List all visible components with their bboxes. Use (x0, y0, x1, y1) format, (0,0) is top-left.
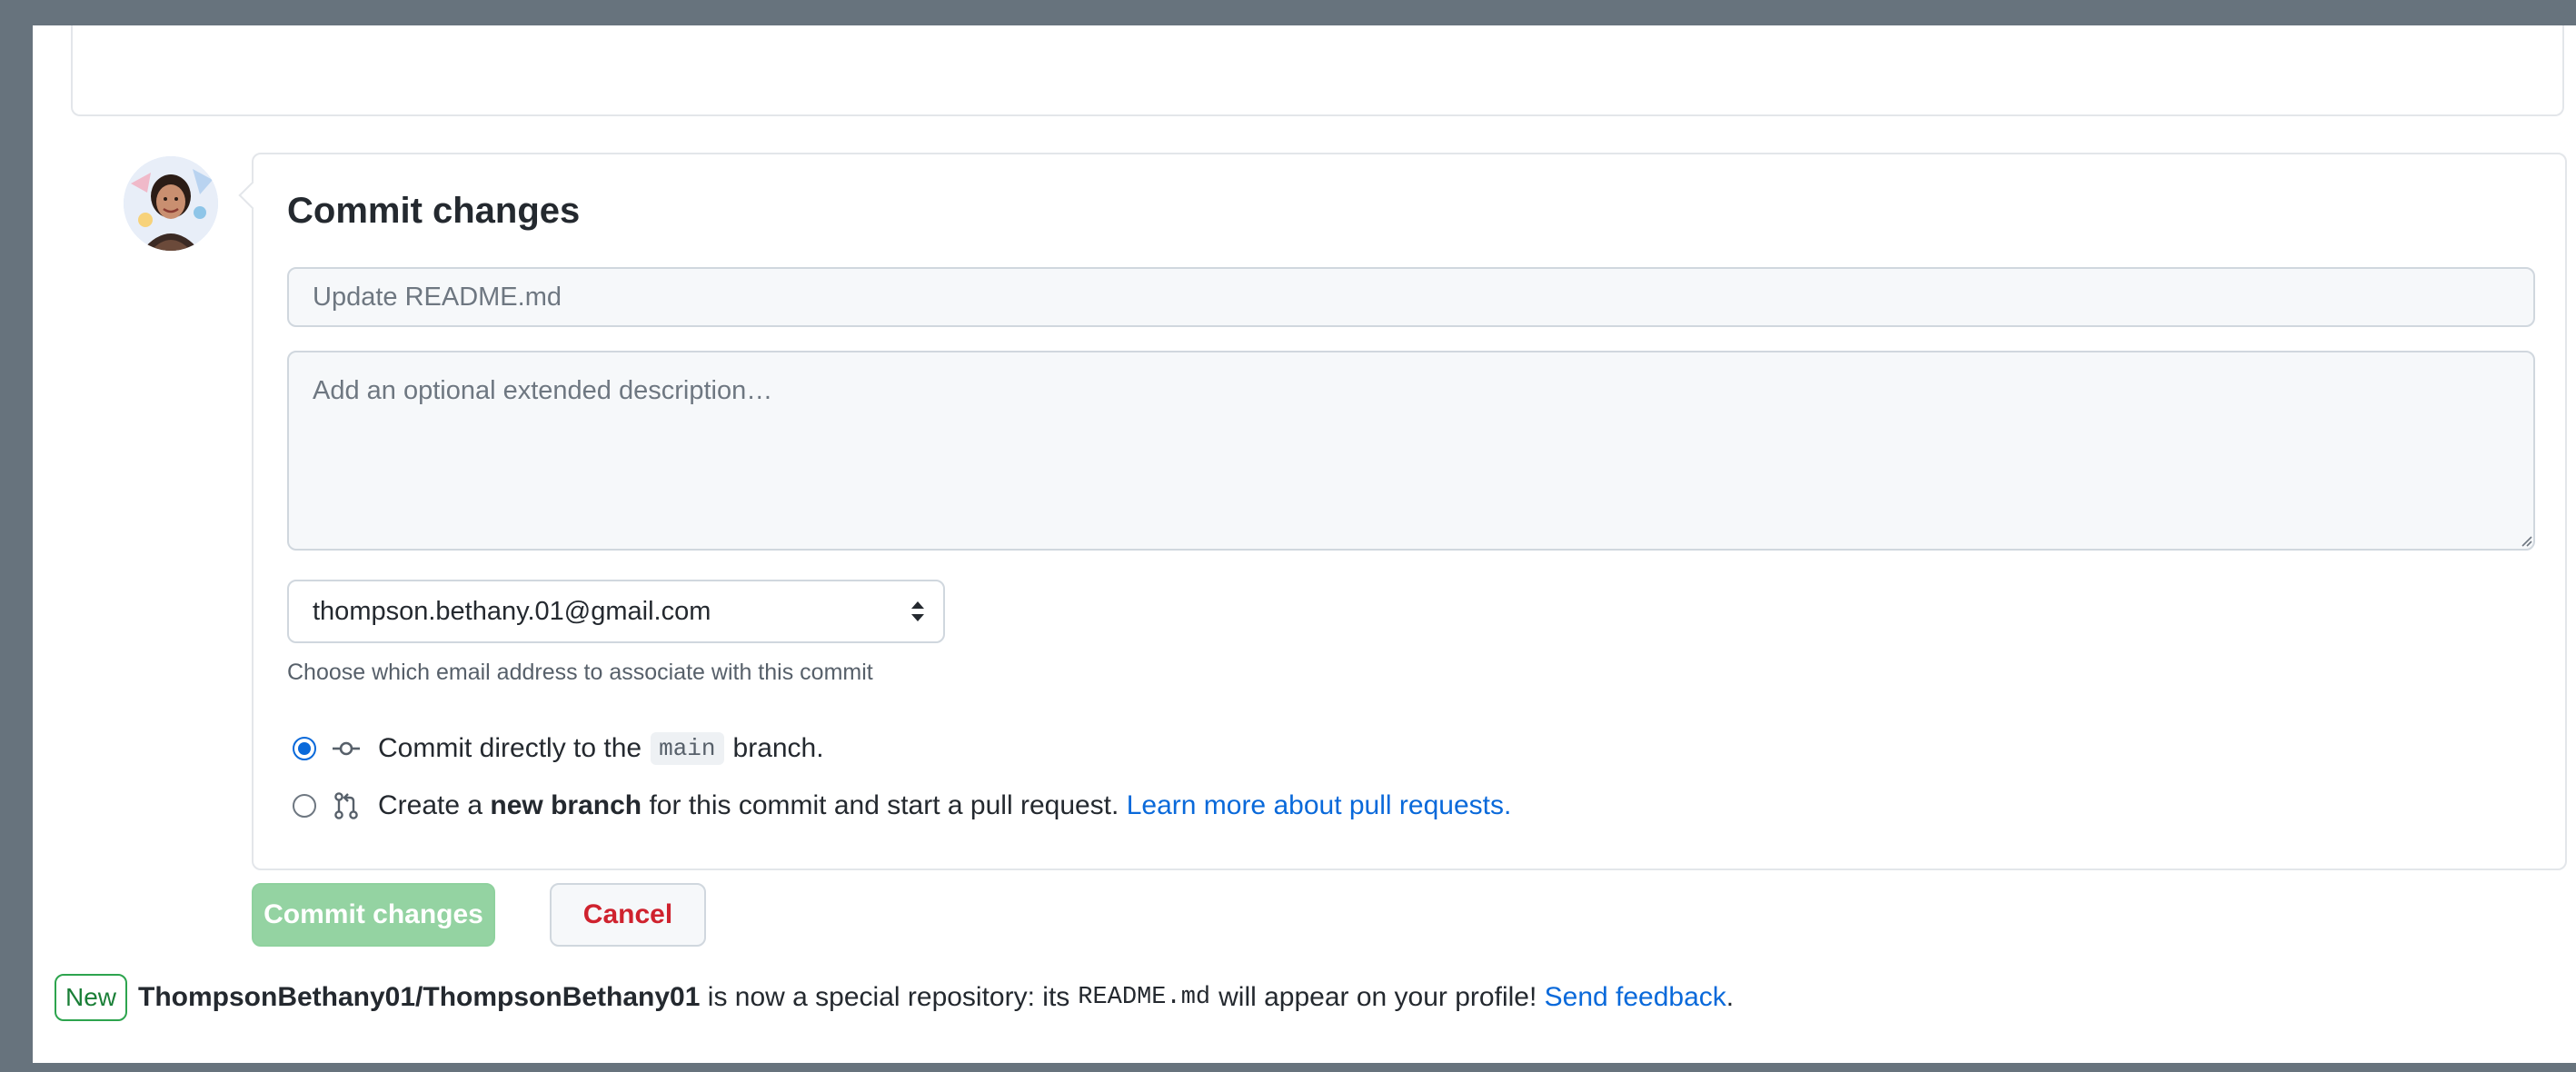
repo-name: ThompsonBethany01/ThompsonBethany01 (138, 982, 701, 1012)
resize-grip-icon[interactable] (2520, 534, 2532, 547)
learn-pull-requests-link[interactable]: Learn more about pull requests. (1127, 790, 1512, 821)
new-branch-suffix: for this commit and start a pull request… (649, 790, 1119, 820)
git-pull-request-icon (334, 792, 358, 819)
select-arrows-icon (911, 601, 924, 621)
readme-filename: README.md (1078, 984, 1211, 1011)
cancel-button[interactable]: Cancel (550, 883, 706, 947)
git-commit-icon (333, 741, 360, 756)
special-repo-notice: New ThompsonBethany01/ThompsonBethany01 … (55, 974, 1734, 1021)
commit-title: Commit changes (287, 191, 581, 231)
box-notch (238, 181, 267, 210)
commit-changes-box: Commit changes thompson.bethany.01@gmail… (238, 153, 2567, 870)
commit-changes-button[interactable]: Commit changes (252, 883, 495, 947)
new-branch-prefix: Create a (378, 790, 483, 820)
user-avatar[interactable] (124, 156, 218, 251)
commit-direct-option[interactable]: Commit directly to the main branch. (293, 732, 824, 765)
notice-end: . (1726, 982, 1735, 1012)
commit-direct-prefix: Commit directly to the (378, 733, 642, 763)
commit-description-textarea[interactable] (287, 351, 2535, 551)
email-select-value: thompson.bethany.01@gmail.com (313, 596, 711, 626)
branch-name-code: main (651, 732, 724, 765)
page: Commit changes thompson.bethany.01@gmail… (33, 25, 2576, 1063)
new-badge: New (55, 974, 128, 1021)
notice-text-2: will appear on your profile! (1218, 982, 1537, 1012)
commit-direct-suffix: branch. (732, 733, 824, 763)
notice-text-1: is now a special repository: its (707, 982, 1070, 1012)
email-help-text: Choose which email address to associate … (287, 660, 873, 685)
send-feedback-link[interactable]: Send feedback (1545, 982, 1726, 1013)
editor-preview-box (71, 25, 2564, 116)
new-branch-radio[interactable] (293, 794, 316, 818)
new-branch-bold: new branch (490, 790, 642, 820)
new-branch-option[interactable]: Create a new branch for this commit and … (293, 790, 1511, 821)
email-select[interactable]: thompson.bethany.01@gmail.com (287, 580, 945, 643)
commit-summary-input[interactable] (287, 267, 2535, 327)
commit-direct-radio[interactable] (293, 737, 316, 760)
